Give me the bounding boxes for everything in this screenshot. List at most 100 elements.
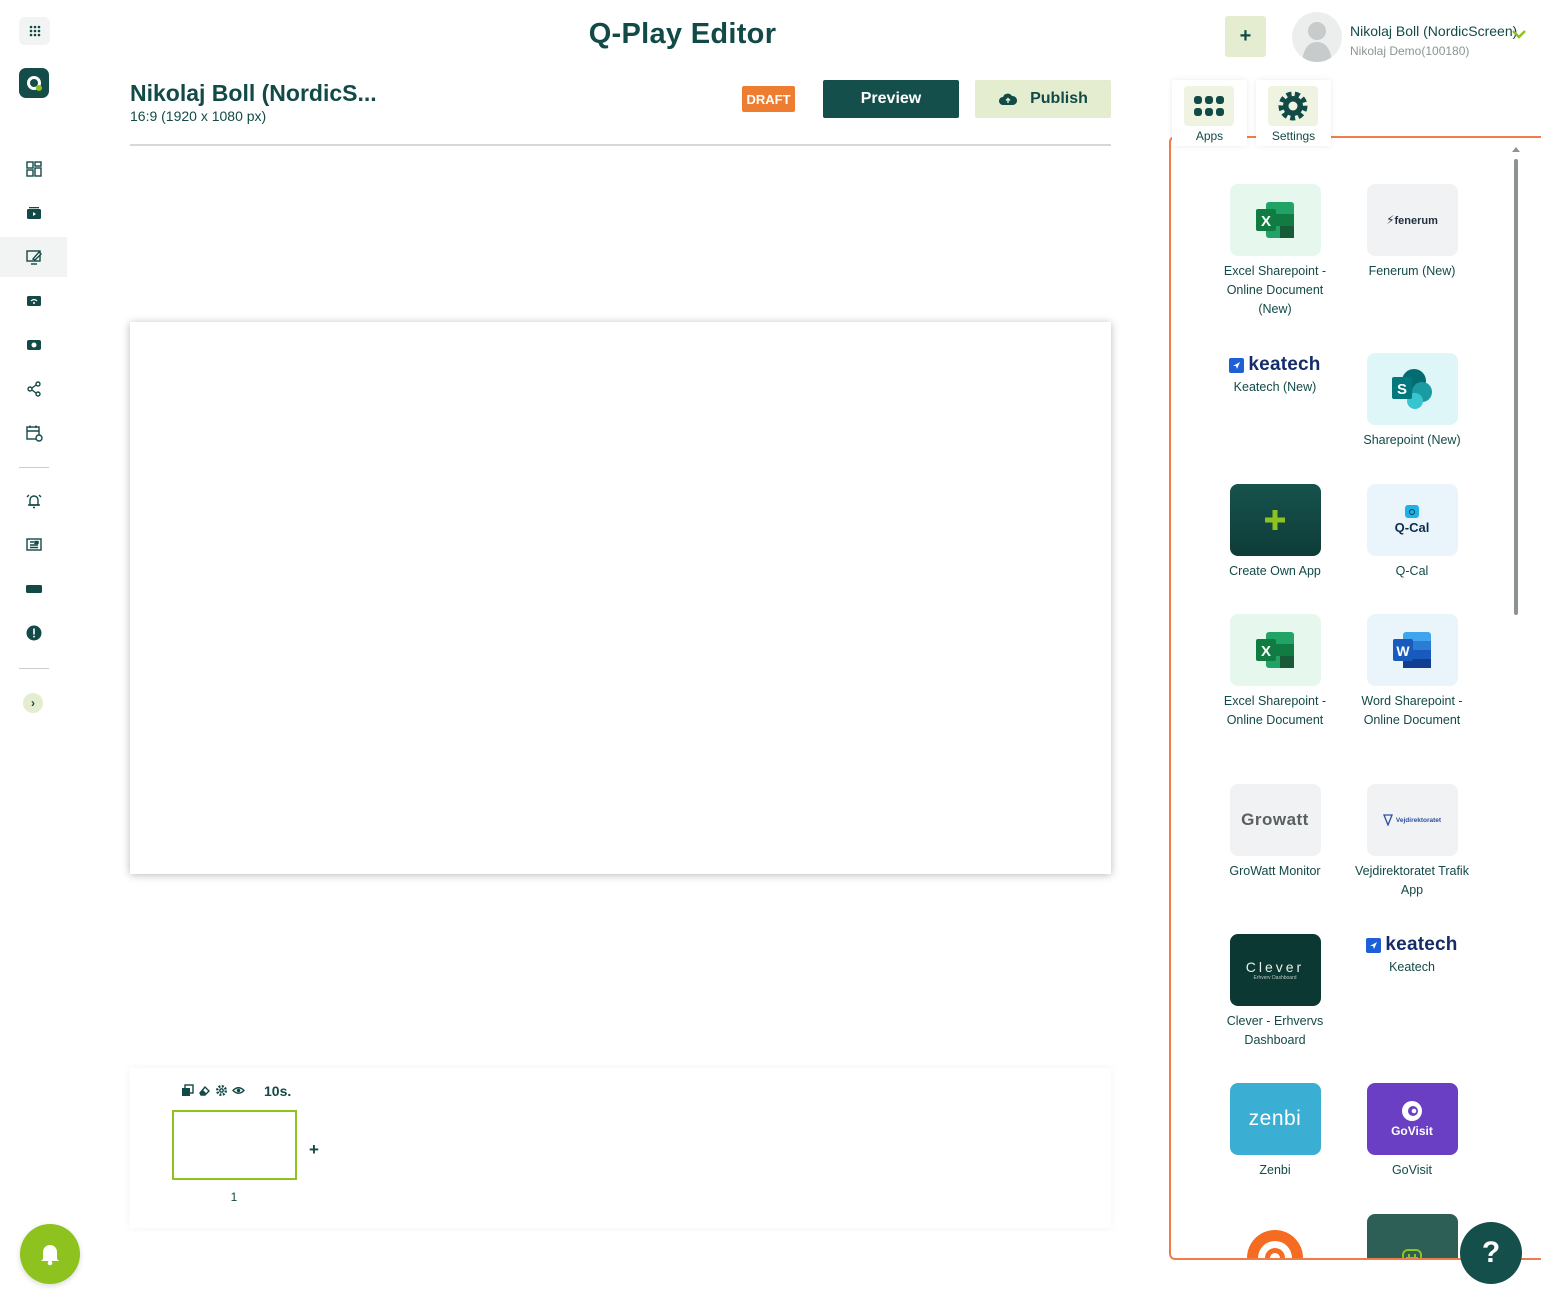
avatar[interactable] [1292, 12, 1342, 62]
app-keatech-new[interactable]: keatech Keatech (New) [1207, 354, 1343, 397]
scroll-up-icon[interactable] [1512, 147, 1520, 152]
slide-number: 1 [230, 1190, 238, 1204]
sidebar-item-news[interactable] [0, 525, 67, 565]
app-excel-sharepoint-new[interactable]: X Excel Sharepoint - Online Document (Ne… [1207, 184, 1343, 319]
app-label: Vejdirektoratet Trafik App [1355, 864, 1469, 897]
chevron-right-icon[interactable]: › [23, 693, 43, 713]
q-logo-icon[interactable] [19, 68, 49, 98]
word-icon: W [1366, 614, 1458, 686]
app-zenbi[interactable]: zenbi Zenbi [1207, 1083, 1343, 1180]
app-grid-icon[interactable] [19, 17, 50, 45]
fenerum-logo: ⚡fenerum [1366, 184, 1458, 256]
settings-gear-icon [1268, 86, 1318, 126]
svg-text:S: S [1397, 381, 1407, 398]
growatt-logo: Growatt [1229, 784, 1321, 856]
app-label: Zenbi [1259, 1163, 1291, 1177]
display-bar-icon [25, 585, 42, 593]
app-label: Excel Sharepoint - Online Document (New) [1223, 264, 1327, 316]
help-button[interactable]: ? [1460, 1222, 1522, 1284]
sidebar-item-display[interactable] [0, 569, 67, 609]
gear-icon[interactable] [215, 1084, 228, 1097]
vejdirektoratet-logo: Vejdirektoratet [1366, 784, 1458, 856]
page-title: Q-Play Editor [588, 18, 777, 50]
svg-text:W: W [1396, 643, 1410, 659]
publish-button[interactable]: Publish [975, 80, 1111, 118]
screen-wifi-icon [26, 296, 41, 306]
app-vejdirektoratet-trafik[interactable]: Vejdirektoratet Vejdirektoratet Trafik A… [1344, 784, 1480, 900]
app-growatt-monitor[interactable]: Growatt GroWatt Monitor [1207, 784, 1343, 881]
svg-text:X: X [1261, 213, 1271, 230]
document-size: 16:9 (1920 x 1080 px) [130, 108, 267, 124]
excel-icon: X [1229, 184, 1321, 256]
sidebar-item-alerts[interactable] [0, 481, 67, 521]
sidebar-item-info[interactable] [0, 613, 67, 653]
tab-apps[interactable]: Apps [1172, 80, 1247, 146]
tab-settings[interactable]: Settings [1256, 80, 1331, 146]
app-label: GoVisit [1391, 1163, 1433, 1177]
edit-screen-icon [25, 250, 42, 265]
eye-icon[interactable] [232, 1084, 245, 1097]
app-label: Keatech [1389, 960, 1435, 974]
add-slide-button[interactable]: + [309, 1140, 319, 1160]
header-divider [130, 144, 1111, 146]
tab-label: Apps [1195, 129, 1224, 143]
sidebar-item-share[interactable] [0, 369, 67, 409]
sidebar-divider [19, 668, 49, 669]
duplicate-icon[interactable] [181, 1084, 194, 1097]
sidebar-item-dashboard[interactable] [0, 149, 67, 189]
apps-panel-scrollbar[interactable] [1511, 147, 1521, 1257]
add-button[interactable]: + [1225, 16, 1266, 57]
app-grafana[interactable] [1207, 1214, 1343, 1258]
app-q-cal[interactable]: Q-Cal Q-Cal [1344, 484, 1480, 581]
preview-button[interactable]: Preview [823, 80, 959, 118]
calendar-icon [25, 425, 43, 442]
apps-grid-icon [1184, 86, 1234, 126]
sidebar-item-schedule[interactable] [0, 413, 67, 453]
dashboard-icon [25, 161, 42, 177]
app-label: Excel Sharepoint - Online Document [1223, 694, 1327, 727]
app-fenerum-new[interactable]: ⚡fenerum Fenerum (New) [1344, 184, 1480, 281]
slide-thumbnail[interactable] [172, 1110, 297, 1180]
app-sharepoint-new[interactable]: S Sharepoint (New) [1344, 353, 1480, 450]
alert-circle-icon [26, 625, 41, 641]
app-label: GroWatt Monitor [1229, 864, 1321, 878]
sidebar-item-media[interactable] [0, 193, 67, 233]
app-keatech[interactable]: keatech Keatech [1344, 934, 1480, 977]
app-govisit[interactable]: GoVisit GoVisit [1344, 1083, 1480, 1180]
app-clever-dashboard[interactable]: Clever Erhverv Dashboard Clever - Erhver… [1207, 934, 1343, 1050]
cloud-upload-icon [999, 93, 1018, 105]
sidebar-item-editor[interactable] [0, 237, 67, 277]
app-label: Fenerum (New) [1368, 264, 1456, 278]
app-word-sharepoint[interactable]: W Word Sharepoint - Online Document [1344, 614, 1480, 730]
qcal-logo: Q-Cal [1366, 484, 1458, 556]
slide-duration[interactable]: 10s. [264, 1083, 291, 1099]
app-label: Sharepoint (New) [1363, 433, 1461, 447]
user-silhouette-icon [1302, 22, 1332, 62]
plug-icon [1366, 1214, 1458, 1258]
sidebar-item-channels[interactable] [0, 325, 67, 365]
scroll-thumb[interactable] [1514, 159, 1518, 615]
editor-canvas[interactable] [130, 322, 1111, 874]
apps-panel: X Excel Sharepoint - Online Document (Ne… [1169, 136, 1541, 1260]
user-organization: Nikolaj Demo(100180) [1350, 44, 1470, 58]
keatech-logo: keatech [1207, 354, 1343, 376]
channel-icon [26, 340, 41, 350]
sidebar-item-screens[interactable] [0, 281, 67, 321]
notification-bell-button[interactable] [20, 1224, 80, 1284]
grafana-logo [1230, 1214, 1321, 1258]
chevron-down-icon[interactable] [1512, 28, 1526, 40]
publish-label: Publish [1030, 90, 1088, 107]
tab-label: Settings [1271, 129, 1316, 143]
govisit-logo: GoVisit [1366, 1083, 1458, 1155]
excel-icon: X [1229, 614, 1321, 686]
svg-text:X: X [1261, 643, 1271, 660]
sidebar-divider [19, 467, 49, 468]
eraser-icon[interactable] [198, 1084, 211, 1097]
alarm-bell-icon [26, 494, 41, 509]
document-title[interactable]: Nikolaj Boll (NordicS... [130, 80, 377, 107]
app-excel-sharepoint[interactable]: X Excel Sharepoint - Online Document [1207, 614, 1343, 730]
app-create-own-app[interactable]: Create Own App [1207, 484, 1343, 581]
zenbi-logo: zenbi [1229, 1083, 1321, 1155]
user-name[interactable]: Nikolaj Boll (NordicScreen) [1350, 23, 1517, 39]
keatech-logo: keatech [1344, 934, 1480, 956]
